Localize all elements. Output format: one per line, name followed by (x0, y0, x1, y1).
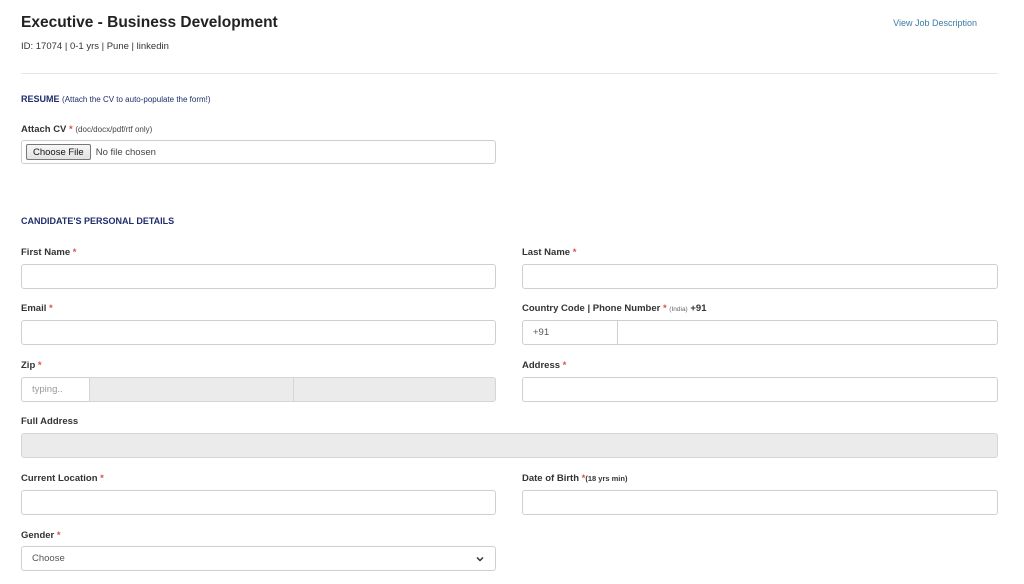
gender-label: Gender * (21, 530, 61, 541)
required-mark: * (572, 247, 577, 258)
attach-cv-file-input[interactable]: Choose File No file chosen (21, 140, 496, 164)
first-name-input[interactable] (21, 264, 496, 289)
zip-state-field (293, 377, 496, 402)
choose-file-button[interactable]: Choose File (26, 144, 91, 160)
current-location-input[interactable] (21, 490, 496, 515)
dob-input[interactable] (522, 490, 998, 515)
header-divider (21, 73, 998, 74)
job-title: Executive - Business Development (21, 14, 278, 31)
phone-country-hint: (India) (669, 306, 688, 313)
zip-label: Zip * (21, 360, 42, 371)
job-meta: ID: 17074 | 0-1 yrs | Pune | linkedin (21, 41, 169, 52)
attach-cv-note: (doc/docx/pdf/rtf only) (75, 125, 153, 134)
email-label-text: Email (21, 303, 47, 314)
first-name-label-text: First Name (21, 247, 71, 258)
required-mark: * (100, 473, 104, 484)
required-mark: * (49, 303, 53, 314)
resume-section-title: RESUME (Attach the CV to auto-populate t… (21, 94, 211, 104)
required-mark: * (56, 530, 61, 541)
chevron-down-icon (476, 556, 484, 562)
current-location-label-text: Current Location (21, 473, 98, 484)
resume-heading: RESUME (21, 94, 60, 104)
personal-details-section-title: CANDIDATE'S PERSONAL DETAILS (21, 216, 175, 226)
required-mark: * (69, 124, 73, 135)
phone-code-display: +91 (690, 303, 707, 314)
email-label: Email * (21, 303, 53, 314)
gender-selected-value: Choose (32, 553, 65, 564)
required-mark: * (72, 247, 77, 258)
attach-cv-label-text: Attach CV (21, 124, 67, 135)
full-address-label: Full Address (21, 416, 78, 427)
country-code-input[interactable]: +91 (522, 320, 618, 345)
file-status: No file chosen (95, 146, 156, 158)
phone-label-text: Country Code | Phone Number (522, 303, 661, 314)
full-address-label-text: Full Address (21, 416, 79, 427)
phone-label: Country Code | Phone Number * (India) +9… (522, 303, 707, 314)
required-mark: * (37, 360, 42, 371)
attach-cv-label: Attach CV * (doc/docx/pdf/rtf only) (21, 124, 152, 135)
address-label: Address * (522, 360, 566, 371)
dob-note: (18 yrs min) (585, 474, 628, 483)
last-name-label-text: Last Name (522, 247, 571, 258)
phone-number-input[interactable] (617, 320, 998, 345)
dob-label-text: Date of Birth (522, 473, 579, 484)
country-code-value: +91 (533, 327, 550, 338)
last-name-input[interactable] (522, 264, 998, 289)
gender-select[interactable]: Choose (21, 546, 496, 571)
required-mark: * (562, 360, 567, 371)
current-location-label: Current Location * (21, 473, 104, 484)
zip-label-text: Zip (21, 360, 36, 371)
resume-subheading: (Attach the CV to auto-populate the form… (62, 95, 211, 104)
address-input[interactable] (522, 377, 998, 402)
view-job-description-link[interactable]: View Job Description (893, 18, 977, 28)
last-name-label: Last Name * (522, 247, 576, 258)
zip-placeholder: typing.. (32, 384, 63, 395)
dob-label: Date of Birth *(18 yrs min) (522, 473, 627, 484)
zip-city-field (89, 377, 294, 402)
full-address-field (21, 433, 998, 458)
email-input[interactable] (21, 320, 496, 345)
first-name-label: First Name * (21, 247, 76, 258)
zip-input[interactable]: typing.. (21, 377, 90, 402)
address-label-text: Address (522, 360, 561, 371)
required-mark: * (662, 303, 667, 314)
gender-label-text: Gender (21, 530, 55, 541)
